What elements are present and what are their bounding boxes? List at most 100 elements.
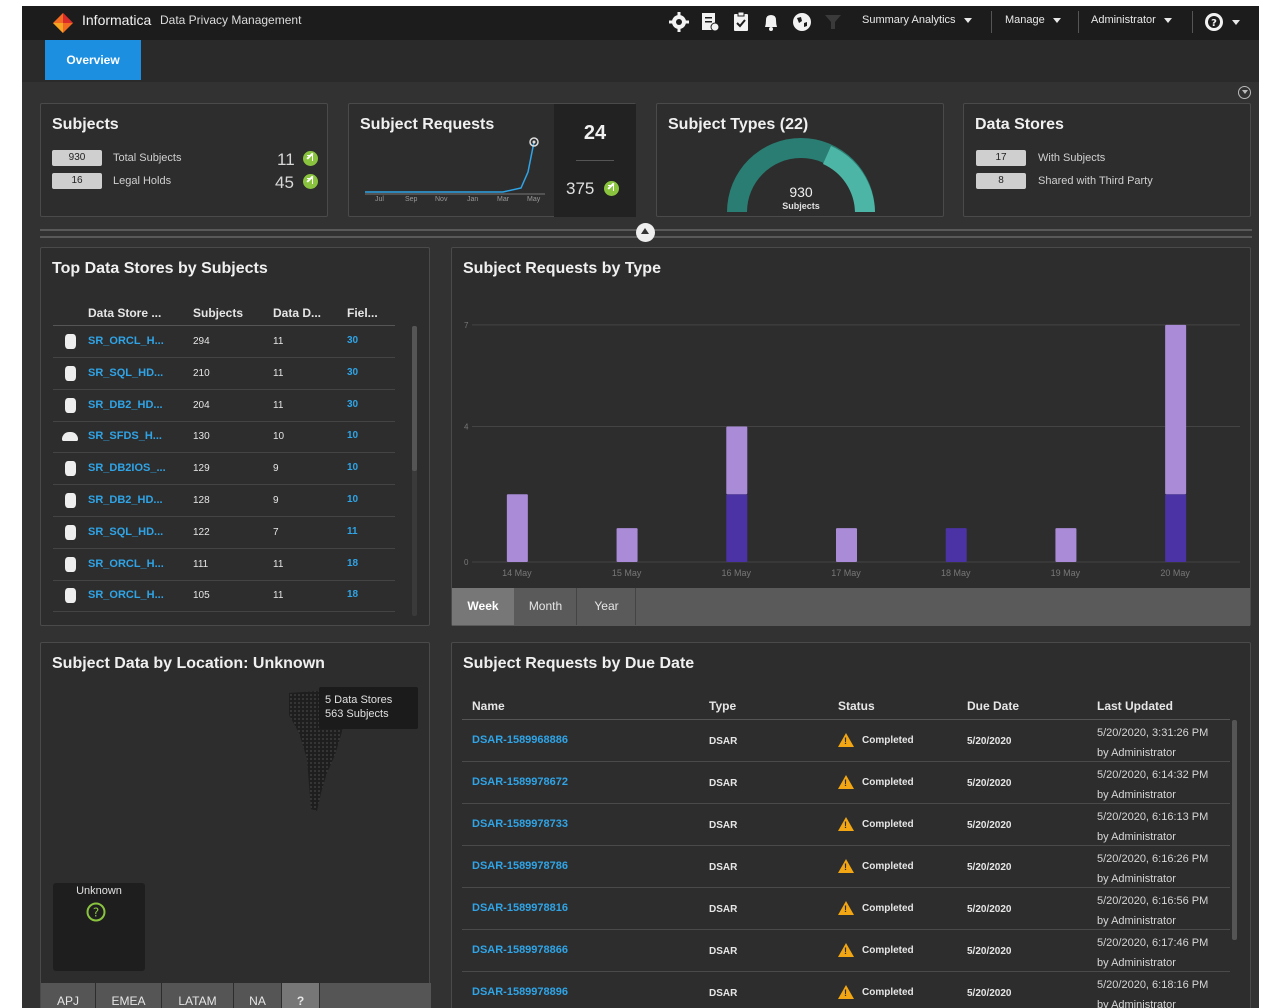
table-row[interactable]: SR_SFDS_H... 130 10 10 bbox=[53, 421, 395, 454]
gear-icon[interactable] bbox=[668, 11, 690, 33]
menu-summary-analytics-label: Summary Analytics bbox=[862, 14, 956, 26]
data-store-name-link[interactable]: SR_ORCL_H... bbox=[88, 335, 164, 347]
fields-count-link[interactable]: 11 bbox=[347, 526, 358, 537]
bell-icon[interactable] bbox=[760, 11, 782, 33]
request-due-date: 5/20/2020 bbox=[967, 778, 1012, 789]
table-row[interactable]: DSAR-1589978672 DSAR Completed 5/20/2020 5/2… bbox=[462, 762, 1230, 804]
column-header-data-domains[interactable]: Data D... bbox=[273, 306, 321, 320]
unknown-location-box[interactable]: Unknown ? bbox=[53, 883, 145, 971]
menu-summary-analytics[interactable]: Summary Analytics bbox=[862, 14, 972, 26]
table-row[interactable]: DSAR-1589978786 DSAR Completed 5/20/2020 5/2… bbox=[462, 846, 1230, 888]
column-header-subjects[interactable]: Subjects bbox=[193, 306, 243, 320]
filter-icon[interactable] bbox=[822, 11, 844, 33]
request-name-link[interactable]: DSAR-1589978786 bbox=[472, 860, 568, 872]
tab-emea[interactable]: EMEA bbox=[96, 983, 162, 1008]
menu-manage[interactable]: Manage bbox=[1005, 14, 1061, 26]
fields-count-link[interactable]: 10 bbox=[347, 462, 358, 473]
request-type: DSAR bbox=[709, 988, 738, 999]
request-name-link[interactable]: DSAR-1589978896 bbox=[472, 986, 568, 998]
column-header-data-store[interactable]: Data Store ... bbox=[88, 306, 161, 320]
request-name-link[interactable]: DSAR-1589968886 bbox=[472, 734, 568, 746]
data-store-name-link[interactable]: SR_DB2_HD... bbox=[88, 399, 163, 411]
unknown-location-label: Unknown bbox=[76, 885, 122, 897]
scrollbar-thumb[interactable] bbox=[412, 326, 417, 471]
x-tick-label: 16 May bbox=[722, 568, 752, 578]
column-header-last-updated[interactable]: Last Updated bbox=[1097, 699, 1173, 713]
table-row[interactable]: SR_ORCL_H... 105 11 18 bbox=[53, 580, 395, 613]
table-row[interactable]: SR_DB2_HD... 204 11 30 bbox=[53, 390, 395, 422]
tab-overview[interactable]: Overview bbox=[45, 40, 141, 80]
data-store-name-link[interactable]: SR_SQL_HD... bbox=[88, 526, 163, 538]
column-header-type[interactable]: Type bbox=[709, 699, 736, 713]
trend-up-icon bbox=[303, 174, 318, 189]
data-store-name-link[interactable]: SR_ORCL_H... bbox=[88, 589, 164, 601]
fields-count-link[interactable]: 30 bbox=[347, 367, 358, 378]
chevron-down-icon[interactable] bbox=[1232, 20, 1240, 25]
app-window: Informatica Data Privacy Management Summ… bbox=[22, 6, 1259, 1008]
table-row[interactable]: SR_SQL_HD... 122 7 11 bbox=[53, 517, 395, 549]
menu-administrator[interactable]: Administrator bbox=[1091, 14, 1172, 26]
last-updated: 5/20/2020, 3:31:26 PM by Administrator bbox=[1097, 723, 1208, 763]
fields-count-link[interactable]: 30 bbox=[347, 399, 358, 410]
column-header-name[interactable]: Name bbox=[472, 699, 505, 713]
request-status: Completed bbox=[862, 819, 914, 830]
scrollbar-thumb[interactable] bbox=[1232, 720, 1237, 940]
help-icon[interactable]: ? bbox=[1204, 12, 1224, 32]
column-header-status[interactable]: Status bbox=[838, 699, 875, 713]
last-updated: 5/20/2020, 6:16:56 PM by Administrator bbox=[1097, 891, 1208, 931]
request-name-link[interactable]: DSAR-1589978672 bbox=[472, 776, 568, 788]
tab-na[interactable]: NA bbox=[234, 983, 282, 1008]
data-store-name-link[interactable]: SR_ORCL_H... bbox=[88, 558, 164, 570]
month-label: Mar bbox=[497, 196, 510, 203]
fields-count-link[interactable]: 30 bbox=[347, 335, 358, 346]
fields-count-link[interactable]: 10 bbox=[347, 494, 358, 505]
tab-apj[interactable]: APJ bbox=[41, 983, 96, 1008]
table-row[interactable]: SR_SQL_HD... 210 11 30 bbox=[53, 358, 395, 390]
table-row[interactable]: SR_DB2IOS_... 129 9 10 bbox=[53, 453, 395, 486]
requests-by-type-title: Subject Requests by Type bbox=[463, 260, 661, 277]
request-status: Completed bbox=[862, 945, 914, 956]
report-icon[interactable] bbox=[699, 11, 721, 33]
due-date-title: Subject Requests by Due Date bbox=[463, 655, 695, 672]
fields-count-link[interactable]: 18 bbox=[347, 589, 358, 600]
month-label: Nov bbox=[435, 196, 448, 203]
tab-latam[interactable]: LATAM bbox=[162, 983, 234, 1008]
header-separator bbox=[991, 11, 992, 33]
tab-year[interactable]: Year bbox=[578, 588, 636, 625]
requests-by-type-chart: 0 4 7 14 May 15 May 16 May 17 May 18 May 19 May 2… bbox=[464, 321, 1240, 578]
table-row[interactable]: SR_ORCL_H... 111 11 18 bbox=[53, 549, 395, 581]
table-row[interactable]: DSAR-1589978733 DSAR Completed 5/20/2020 5/2… bbox=[462, 804, 1230, 846]
table-row[interactable]: DSAR-1589968886 DSAR Completed 5/20/2020 5/2… bbox=[462, 720, 1230, 762]
table-row[interactable]: DSAR-1589978866 DSAR Completed 5/20/2020 5/2… bbox=[462, 930, 1230, 972]
request-name-link[interactable]: DSAR-1589978816 bbox=[472, 902, 568, 914]
data-store-name-link[interactable]: SR_DB2_HD... bbox=[88, 494, 163, 506]
table-row[interactable]: SR_DB2_HD... 128 9 10 bbox=[53, 485, 395, 517]
data-store-name-link[interactable]: SR_SQL_HD... bbox=[88, 367, 163, 379]
tab-week[interactable]: Week bbox=[452, 588, 514, 625]
fields-count-link[interactable]: 18 bbox=[347, 558, 358, 569]
request-name-link[interactable]: DSAR-1589978866 bbox=[472, 944, 568, 956]
tab-month[interactable]: Month bbox=[515, 588, 577, 625]
table-row[interactable]: SR_ORCL_H... 294 11 30 bbox=[53, 326, 395, 358]
last-updated-by: by Administrator bbox=[1097, 957, 1176, 969]
bar-segment bbox=[506, 494, 528, 562]
request-name-link[interactable]: DSAR-1589978733 bbox=[472, 818, 568, 830]
collapse-panel-icon[interactable] bbox=[1238, 86, 1251, 99]
fields-count-link[interactable]: 10 bbox=[347, 430, 358, 441]
data-store-name-link[interactable]: SR_SFDS_H... bbox=[88, 430, 162, 442]
column-header-due-date[interactable]: Due Date bbox=[967, 699, 1019, 713]
total-subjects-trend: 11 bbox=[277, 150, 295, 169]
bar-segment bbox=[1165, 324, 1187, 495]
last-updated-by: by Administrator bbox=[1097, 789, 1176, 801]
collapse-summary-icon[interactable] bbox=[636, 223, 655, 242]
data-store-name-link[interactable]: SR_DB2IOS_... bbox=[88, 462, 166, 474]
clipboard-icon[interactable] bbox=[730, 11, 752, 33]
legal-holds-label: Legal Holds bbox=[113, 175, 172, 187]
table-row[interactable]: DSAR-1589978896 DSAR Completed 5/20/2020 5/2… bbox=[462, 972, 1230, 1008]
subjects-count: 210 bbox=[193, 367, 210, 379]
subjects-count: 204 bbox=[193, 399, 210, 411]
table-row[interactable]: DSAR-1589978816 DSAR Completed 5/20/2020 5/2… bbox=[462, 888, 1230, 930]
column-header-fields[interactable]: Fiel... bbox=[347, 306, 378, 320]
globe-icon[interactable] bbox=[791, 11, 813, 33]
tab-unknown[interactable]: ? bbox=[282, 983, 320, 1008]
